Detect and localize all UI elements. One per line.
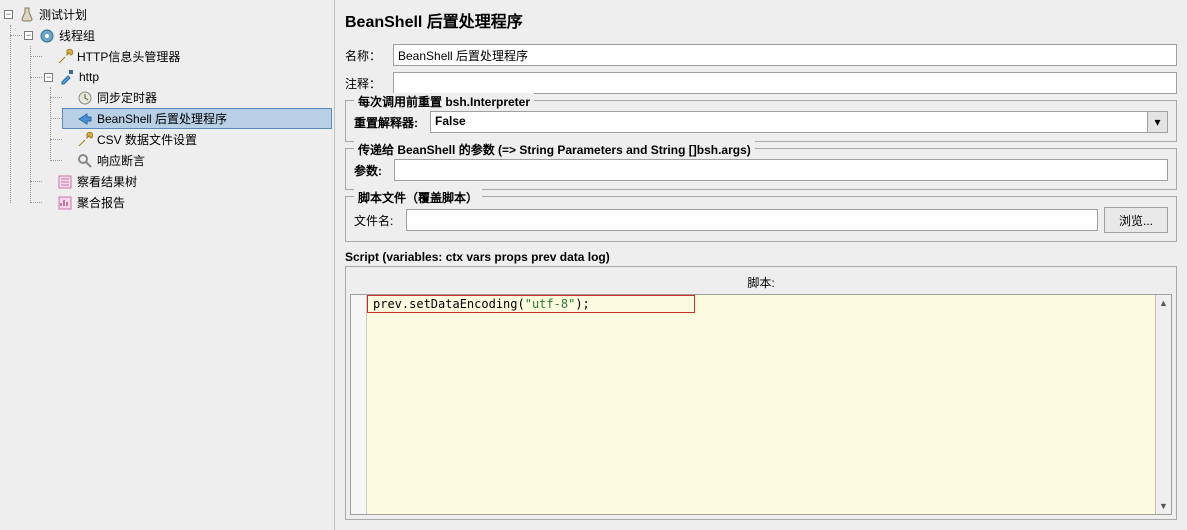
name-row: 名称： bbox=[345, 44, 1177, 66]
tree-panel: − 测试计划 − 线程组 bbox=[0, 0, 335, 530]
script-label: Script (variables: ctx vars props prev d… bbox=[345, 248, 1177, 266]
tree-label: 同步定时器 bbox=[97, 89, 157, 106]
comment-label: 注释： bbox=[345, 75, 387, 92]
params-group-title: 传递给 BeanShell 的参数 (=> String Parameters … bbox=[354, 141, 755, 158]
report-icon bbox=[57, 195, 73, 211]
tree-node-thread-group[interactable]: − 线程组 bbox=[22, 25, 332, 46]
tree-label: 线程组 bbox=[59, 27, 95, 44]
code-method: prev.setDataEncoding bbox=[373, 297, 518, 311]
reset-label: 重置解释器: bbox=[354, 114, 424, 131]
tree-node-beanshell[interactable]: BeanShell 后置处理程序 bbox=[62, 108, 332, 129]
toggle-icon[interactable]: − bbox=[44, 73, 53, 82]
wrench-icon bbox=[57, 49, 73, 65]
flask-icon bbox=[19, 7, 35, 23]
scriptfile-group-title: 脚本文件（覆盖脚本） bbox=[354, 189, 482, 206]
tree-label: 响应断言 bbox=[97, 152, 145, 169]
tree-node-agg-report[interactable]: 聚合报告 bbox=[42, 192, 332, 213]
tree-label: BeanShell 后置处理程序 bbox=[97, 110, 227, 127]
script-group: Script (variables: ctx vars props prev d… bbox=[345, 248, 1177, 520]
panel-title: BeanShell 后置处理程序 bbox=[345, 6, 1177, 38]
tree-label: http bbox=[79, 70, 99, 84]
arrow-icon bbox=[77, 111, 93, 127]
chevron-down-icon[interactable]: ▾ bbox=[1148, 111, 1168, 133]
pipette-icon bbox=[59, 69, 75, 85]
main-panel: BeanShell 后置处理程序 名称： 注释： 每次调用前重置 bsh.Int… bbox=[335, 0, 1187, 530]
reset-group: 每次调用前重置 bsh.Interpreter 重置解释器: False ▾ bbox=[345, 100, 1177, 142]
toggle-icon[interactable]: − bbox=[24, 31, 33, 40]
code-paren: ( bbox=[518, 297, 525, 311]
gutter bbox=[351, 295, 367, 514]
reset-dropdown[interactable]: False ▾ bbox=[430, 111, 1168, 133]
tree-node-sync-timer[interactable]: 同步定时器 bbox=[62, 87, 332, 108]
gear-icon bbox=[39, 28, 55, 44]
script-editor[interactable]: prev.setDataEncoding("utf-8"); ▲ ▼ bbox=[350, 294, 1172, 515]
tree-node-test-plan[interactable]: − 测试计划 bbox=[2, 4, 332, 25]
code-close: ); bbox=[575, 297, 589, 311]
params-group: 传递给 BeanShell 的参数 (=> String Parameters … bbox=[345, 148, 1177, 190]
name-input[interactable] bbox=[393, 44, 1177, 66]
reset-value: False bbox=[430, 111, 1148, 133]
magnifier-icon bbox=[77, 153, 93, 169]
scriptfile-group: 脚本文件（覆盖脚本） 文件名: 浏览... bbox=[345, 196, 1177, 242]
tree-node-assert[interactable]: 响应断言 bbox=[62, 150, 332, 171]
results-icon bbox=[57, 174, 73, 190]
comment-input[interactable] bbox=[393, 72, 1177, 94]
toggle-icon[interactable]: − bbox=[4, 10, 13, 19]
params-label: 参数: bbox=[354, 162, 388, 179]
code-string: "utf-8" bbox=[525, 297, 576, 311]
script-header: 脚本: bbox=[350, 271, 1172, 294]
comment-row: 注释： bbox=[345, 72, 1177, 94]
tree-label: CSV 数据文件设置 bbox=[97, 131, 197, 148]
tree-label: 测试计划 bbox=[39, 6, 87, 23]
file-label: 文件名: bbox=[354, 212, 400, 229]
tree-label: 察看结果树 bbox=[77, 173, 137, 190]
scroll-up-icon[interactable]: ▲ bbox=[1158, 297, 1170, 309]
params-input[interactable] bbox=[394, 159, 1168, 181]
scroll-down-icon[interactable]: ▼ bbox=[1158, 500, 1170, 512]
scrollbar[interactable]: ▲ ▼ bbox=[1155, 295, 1171, 514]
tree-node-csv[interactable]: CSV 数据文件设置 bbox=[62, 129, 332, 150]
reset-group-title: 每次调用前重置 bsh.Interpreter bbox=[354, 93, 534, 110]
tree-label: 聚合报告 bbox=[77, 194, 125, 211]
name-label: 名称： bbox=[345, 47, 387, 64]
script-code[interactable]: prev.setDataEncoding("utf-8"); bbox=[367, 295, 1155, 514]
browse-button[interactable]: 浏览... bbox=[1104, 207, 1168, 233]
tree-node-http[interactable]: − http bbox=[42, 67, 332, 87]
tree: − 测试计划 − 线程组 bbox=[2, 4, 332, 213]
wrench-icon bbox=[77, 132, 93, 148]
tree-node-http-header[interactable]: HTTP信息头管理器 bbox=[42, 46, 332, 67]
tree-label: HTTP信息头管理器 bbox=[77, 48, 180, 65]
clock-icon bbox=[77, 90, 93, 106]
file-input[interactable] bbox=[406, 209, 1098, 231]
tree-node-result-tree[interactable]: 察看结果树 bbox=[42, 171, 332, 192]
